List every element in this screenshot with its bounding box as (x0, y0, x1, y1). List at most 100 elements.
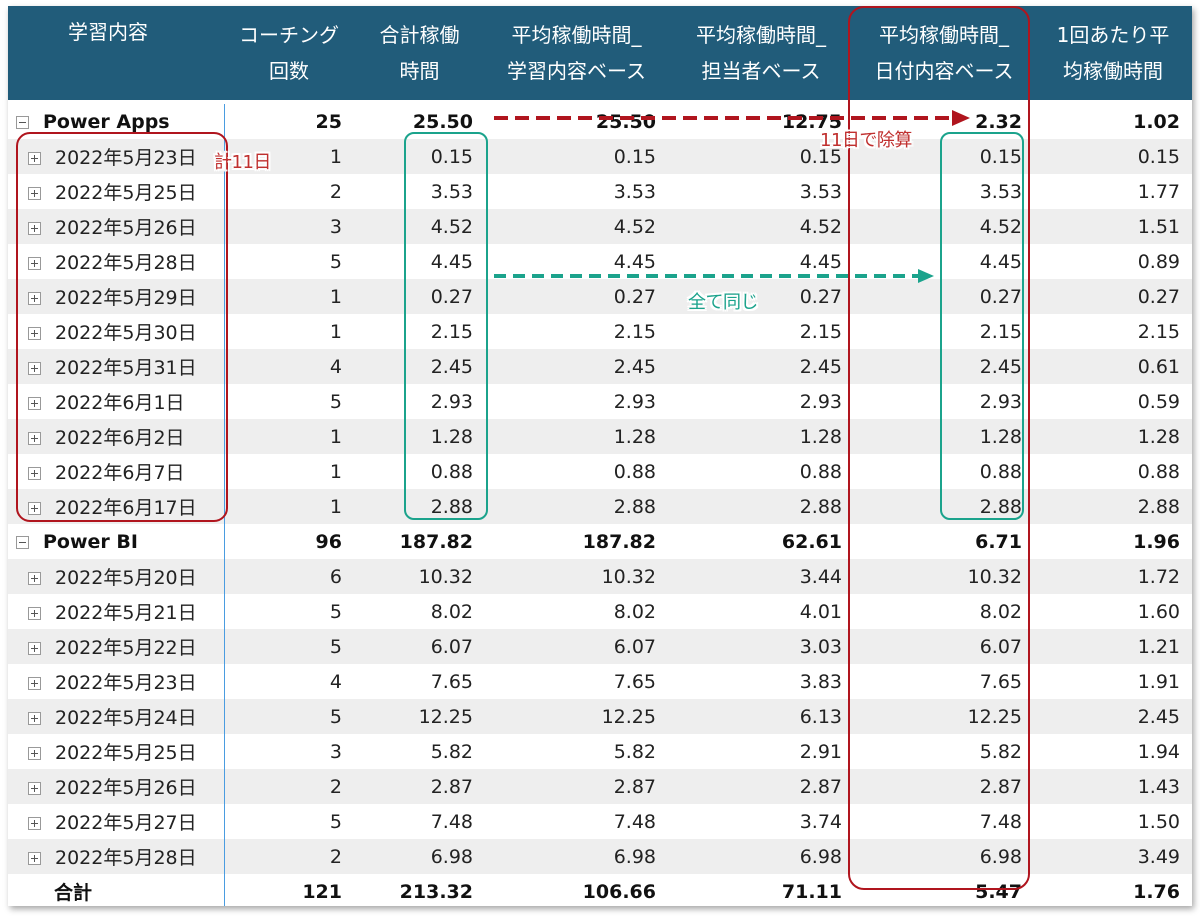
value-cell: 1.60 (1034, 594, 1192, 629)
value-cell: 3 (224, 734, 354, 769)
value-cell: 2.93 (485, 384, 668, 419)
expand-icon[interactable] (28, 747, 41, 760)
expand-icon[interactable] (28, 572, 41, 585)
header-line: 合計稼働 (379, 23, 460, 47)
expand-icon[interactable] (28, 817, 41, 830)
value-cell: 1 (224, 419, 354, 454)
row-label-cell: 2022年5月25日 (8, 734, 225, 769)
value-cell: 2.87 (668, 769, 854, 804)
row-label: 2022年5月20日 (55, 567, 197, 589)
column-header-total-hours[interactable]: 合計稼働 時間 (354, 6, 485, 100)
expand-icon[interactable] (28, 607, 41, 620)
value-cell: 0.89 (1034, 244, 1192, 279)
header-line: 担当者ベース (701, 59, 821, 83)
header-line: 回数 (269, 59, 309, 83)
value-cell: 4.45 (485, 244, 668, 279)
count-note: 計11日 (214, 152, 271, 173)
divide-note: 11日で除算 (820, 130, 912, 151)
expand-icon[interactable] (28, 852, 41, 865)
column-header-avg-by-person[interactable]: 平均稼働時間_ 担当者ベース (668, 6, 854, 100)
column-header-avg-per-session[interactable]: 1回あたり平 均稼働時間 (1034, 6, 1192, 100)
total-hours-highlight-box (404, 132, 488, 520)
value-cell: 213.32 (399, 880, 473, 903)
value-cell: 6.98 (354, 839, 485, 874)
value-cell: 1.28 (485, 419, 668, 454)
date-list-highlight-box (16, 132, 228, 522)
row-label: 合計 (54, 882, 93, 904)
value-cell: 1.91 (1034, 664, 1192, 699)
value-cell: 3.53 (485, 174, 668, 209)
value-cell: 4.45 (668, 244, 854, 279)
value-cell: 1.51 (1034, 209, 1192, 244)
value-cell: 4.01 (668, 594, 854, 629)
row-label: 2022年5月21日 (55, 602, 197, 624)
value-cell: 2.15 (485, 314, 668, 349)
value-cell: 5 (224, 804, 354, 839)
value-cell: 2.93 (668, 384, 854, 419)
header-line: 学習内容 (68, 20, 148, 44)
value-cell: 6.07 (354, 629, 485, 664)
expand-icon[interactable] (28, 677, 41, 690)
row-label-cell: Power BI (8, 524, 225, 559)
value-cell: 1.96 (1133, 530, 1180, 553)
value-cell: 4.52 (485, 209, 668, 244)
value-cell: 0.15 (1034, 139, 1192, 174)
value-cell: 0.61 (1034, 349, 1192, 384)
value-cell: 2.91 (668, 734, 854, 769)
row-label-cell: 2022年5月22日 (8, 629, 225, 664)
column-header-coaching-count[interactable]: コーチング 回数 (224, 6, 354, 100)
header-line: 時間 (399, 59, 440, 83)
value-cell: 10.32 (485, 559, 668, 594)
value-cell: 4 (224, 664, 354, 699)
value-cell: 0.15 (485, 139, 668, 174)
row-label: 2022年5月23日 (55, 672, 197, 694)
value-cell: 3.53 (668, 174, 854, 209)
value-cell: 12.25 (485, 699, 668, 734)
header-line: 1回あたり平 (1056, 23, 1170, 47)
value-cell: 6.98 (668, 839, 854, 874)
value-cell: 3.03 (668, 629, 854, 664)
value-cell: 1.50 (1034, 804, 1192, 839)
value-cell: 3.49 (1034, 839, 1192, 874)
header-line: 学習内容ベース (507, 59, 646, 83)
value-cell: 5 (224, 594, 354, 629)
value-cell: 1.76 (1133, 880, 1180, 903)
value-cell: 2.45 (1034, 699, 1192, 734)
row-label-cell: 合計 (8, 874, 225, 906)
value-cell: 7.65 (354, 664, 485, 699)
value-cell: 0.27 (485, 279, 668, 314)
header-line: 平均稼働時間_ (511, 23, 642, 47)
column-header-learning-content[interactable]: 学習内容 (8, 6, 224, 100)
value-cell: 5.82 (354, 734, 485, 769)
value-cell: 187.82 (399, 530, 473, 553)
value-cell: 71.11 (781, 880, 842, 903)
value-cell: 5 (224, 384, 354, 419)
value-cell: 6 (224, 559, 354, 594)
value-cell: 4 (224, 349, 354, 384)
value-cell: 1.28 (1034, 419, 1192, 454)
value-cell: 5.82 (485, 734, 668, 769)
row-label: 2022年5月26日 (55, 777, 197, 799)
value-cell: 0.88 (1034, 454, 1192, 489)
value-cell: 25.50 (595, 110, 656, 133)
value-cell: 3.83 (668, 664, 854, 699)
value-cell: 106.66 (582, 880, 656, 903)
collapse-icon[interactable] (16, 115, 29, 129)
value-cell: 8.02 (354, 594, 485, 629)
row-label-cell: 2022年5月21日 (8, 594, 225, 629)
expand-icon[interactable] (28, 782, 41, 795)
collapse-icon[interactable] (16, 535, 29, 549)
expand-icon[interactable] (28, 712, 41, 725)
value-cell: 1 (224, 314, 354, 349)
value-cell: 1 (224, 489, 354, 524)
value-cell: 7.48 (485, 804, 668, 839)
header-line: 均稼働時間 (1063, 59, 1163, 83)
value-cell: 2.88 (668, 489, 854, 524)
value-cell: 2.45 (485, 349, 668, 384)
row-label-cell: 2022年5月24日 (8, 699, 225, 734)
value-cell: 1.77 (1034, 174, 1192, 209)
column-header-avg-by-content[interactable]: 平均稼働時間_ 学習内容ベース (485, 6, 668, 100)
expand-icon[interactable] (28, 642, 41, 655)
row-label: 2022年5月25日 (55, 742, 197, 764)
value-cell: 1.94 (1034, 734, 1192, 769)
